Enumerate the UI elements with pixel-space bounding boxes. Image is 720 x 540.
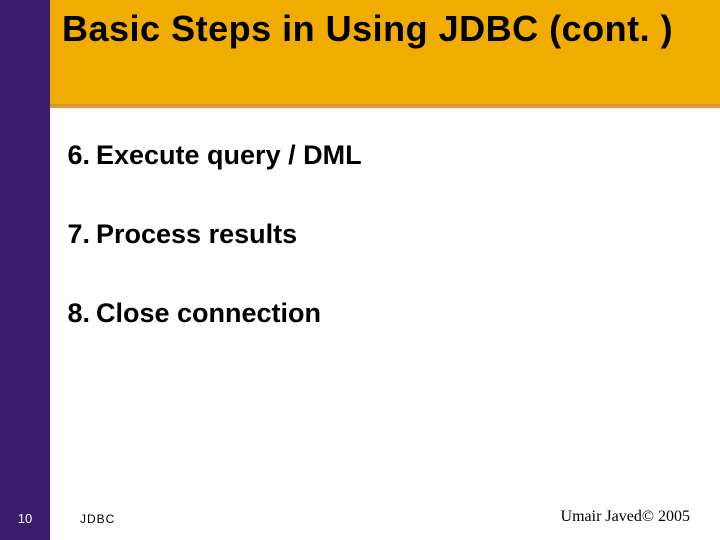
page-number-box: 10: [0, 510, 50, 528]
list-item: 8. Close connection: [62, 298, 680, 329]
content-area: 6. Execute query / DML 7. Process result…: [62, 140, 680, 377]
band-shadow: [50, 104, 720, 110]
footer-topic: JDBC: [80, 512, 115, 526]
page-number: 10: [18, 511, 32, 526]
step-number: 8.: [62, 298, 96, 329]
step-text: Close connection: [96, 298, 321, 329]
footer-author: Umair Javed© 2005: [561, 508, 690, 526]
slide-title: Basic Steps in Using JDBC (cont. ): [62, 6, 700, 51]
step-text: Execute query / DML: [96, 140, 362, 171]
step-text: Process results: [96, 219, 297, 250]
step-number: 7.: [62, 219, 96, 250]
sidebar-accent: [0, 0, 50, 540]
slide: Basic Steps in Using JDBC (cont. ) 6. Ex…: [0, 0, 720, 540]
list-item: 6. Execute query / DML: [62, 140, 680, 171]
step-number: 6.: [62, 140, 96, 171]
list-item: 7. Process results: [62, 219, 680, 250]
